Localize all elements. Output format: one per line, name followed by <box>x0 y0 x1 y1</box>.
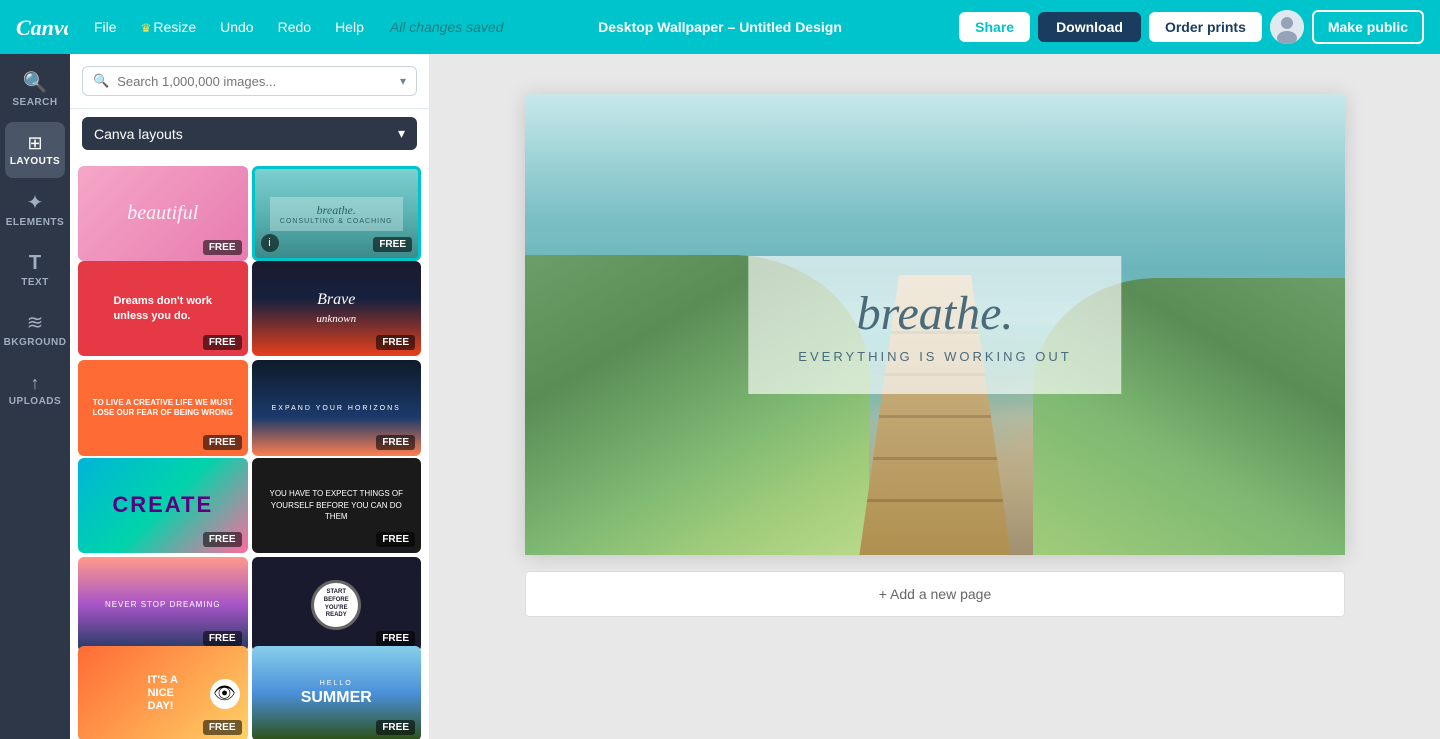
search-input[interactable] <box>117 74 392 89</box>
undo-button[interactable]: Undo <box>214 15 259 39</box>
background-icon: ≋ <box>27 313 44 333</box>
template-text: IT'S ANICEDAY! <box>142 668 184 720</box>
info-icon[interactable]: i <box>261 234 279 252</box>
layouts-icon: ⊞ <box>27 134 42 152</box>
sidebar-item-layouts-label: LAYOUTS <box>10 156 60 167</box>
free-badge: FREE <box>203 631 242 646</box>
sidebar-item-search-label: SEARCH <box>12 97 57 108</box>
panel-search-area: 🔍 ▾ <box>70 54 429 109</box>
elements-icon: ✦ <box>27 193 44 213</box>
sidebar-item-text-label: TEXT <box>21 277 49 288</box>
template-text: EXPAND YOUR HORIZONS <box>272 405 401 412</box>
avatar[interactable] <box>1270 10 1304 44</box>
template-expect[interactable]: YOU HAVE TO EXPECT THINGS OF YOURSELF BE… <box>252 458 422 553</box>
sidebar-item-elements[interactable]: ✦ ELEMENTS <box>5 182 65 238</box>
filter-bar: Canva layouts ▾ <box>70 109 429 158</box>
free-badge: FREE <box>373 237 412 252</box>
sidebar-item-text[interactable]: T TEXT <box>5 242 65 298</box>
main-layout: 🔍 SEARCH ⊞ LAYOUTS ✦ ELEMENTS T TEXT ≋ B… <box>0 54 1440 739</box>
template-creative[interactable]: TO LIVE A CREATIVE LIFE WE MUST LOSE OUR… <box>78 360 248 455</box>
canvas-sub-text: EVERYTHING IS WORKING OUT <box>798 349 1071 364</box>
sidebar-item-uploads-label: UPLOADS <box>9 396 61 407</box>
template-text: STARTBEFOREYOU'REREADY <box>320 585 353 624</box>
text-icon: T <box>29 253 41 273</box>
search-icon: 🔍 <box>23 73 48 93</box>
canvas-text-overlay[interactable]: breathe. EVERYTHING IS WORKING OUT <box>748 256 1121 394</box>
template-text-main: breathe. <box>280 203 393 218</box>
sidebar-item-layouts[interactable]: ⊞ LAYOUTS <box>5 122 65 178</box>
free-badge: FREE <box>376 631 415 646</box>
redo-button[interactable]: Redo <box>272 15 317 39</box>
order-prints-button[interactable]: Order prints <box>1149 12 1262 42</box>
share-button[interactable]: Share <box>959 12 1030 42</box>
download-button[interactable]: Download <box>1038 12 1141 42</box>
free-badge: FREE <box>203 240 242 255</box>
document-title: Desktop Wallpaper – Untitled Design <box>598 19 842 35</box>
template-text-sub: CONSULTING & COACHING <box>280 218 393 225</box>
plank-5 <box>845 499 1025 502</box>
template-text: NEVER STOP DREAMING <box>105 600 221 609</box>
template-text: YOU HAVE TO EXPECT THINGS OF YOURSELF BE… <box>260 482 414 528</box>
template-mountains[interactable]: NEVER STOP DREAMING FREE <box>78 557 248 652</box>
free-badge: FREE <box>376 335 415 350</box>
file-menu[interactable]: File <box>88 15 123 39</box>
template-dreams[interactable]: Dreams don't workunless you do. FREE <box>78 261 248 356</box>
svg-text:Canva: Canva <box>16 15 68 40</box>
free-badge: FREE <box>203 435 242 450</box>
topbar: Canva File ♛Resize Undo Redo Help All ch… <box>0 0 1440 54</box>
resize-menu[interactable]: ♛Resize <box>135 15 203 39</box>
templates-grid: beautiful FREE breathe. CONSULTING & COA… <box>70 158 429 739</box>
crown-icon: ♛ <box>141 21 152 35</box>
layouts-panel: 🔍 ▾ Canva layouts ▾ beautiful FREE breat… <box>70 54 430 739</box>
chevron-down-icon[interactable]: ▾ <box>400 74 406 88</box>
help-menu[interactable]: Help <box>329 15 370 39</box>
canvas-main-text: breathe. <box>798 286 1071 341</box>
sidebar-item-search[interactable]: 🔍 SEARCH <box>5 62 65 118</box>
free-badge: FREE <box>203 532 242 547</box>
template-text: CREATE <box>112 492 213 518</box>
search-wrapper: 🔍 ▾ <box>82 66 417 96</box>
template-text: Braveunknown <box>316 291 356 327</box>
topbar-actions: Share Download Order prints Make public <box>959 10 1424 44</box>
canva-logo[interactable]: Canva <box>16 13 68 41</box>
sidebar-item-elements-label: ELEMENTS <box>6 217 64 228</box>
filter-label: Canva layouts <box>94 126 183 142</box>
template-beautiful[interactable]: beautiful FREE <box>78 166 248 261</box>
sidebar-item-background[interactable]: ≋ BKGROUND <box>5 302 65 358</box>
filter-select[interactable]: Canva layouts ▾ <box>82 117 417 150</box>
template-breathe[interactable]: breathe. CONSULTING & COACHING i FREE <box>252 166 422 261</box>
template-text: hello SUMMER <box>301 680 372 707</box>
template-text: TO LIVE A CREATIVE LIFE WE MUST LOSE OUR… <box>82 394 244 423</box>
canvas-wrapper: breathe. EVERYTHING IS WORKING OUT 1 ⧉ 🗑… <box>525 94 1345 617</box>
free-badge: FREE <box>376 532 415 547</box>
template-nice-day[interactable]: IT'S ANICEDAY! 👁 FREE <box>78 646 248 739</box>
sidebar-item-background-label: BKGROUND <box>4 337 67 348</box>
template-text: Dreams don't workunless you do. <box>105 286 220 331</box>
saved-status: All changes saved <box>390 19 504 35</box>
canvas[interactable]: breathe. EVERYTHING IS WORKING OUT <box>525 94 1345 555</box>
sidebar-item-uploads[interactable]: ↑ UPLOADS <box>5 362 65 418</box>
template-overlay: breathe. CONSULTING & COACHING <box>270 197 403 231</box>
add-page-button[interactable]: + Add a new page <box>525 571 1345 617</box>
uploads-icon: ↑ <box>31 374 40 392</box>
free-badge: FREE <box>376 435 415 450</box>
template-create[interactable]: CREATE FREE <box>78 458 248 553</box>
template-text: beautiful <box>127 202 198 225</box>
template-icon: 👁 <box>210 679 240 709</box>
template-circle: STARTBEFOREYOU'REREADY <box>311 580 361 630</box>
template-brave[interactable]: Braveunknown FREE <box>252 261 422 356</box>
free-badge: FREE <box>203 335 242 350</box>
filter-chevron-icon: ▾ <box>398 125 405 142</box>
canvas-area: breathe. EVERYTHING IS WORKING OUT 1 ⧉ 🗑… <box>430 54 1440 739</box>
template-summer[interactable]: hello SUMMER FREE <box>252 646 422 739</box>
template-horizons[interactable]: EXPAND YOUR HORIZONS FREE <box>252 360 422 455</box>
template-start-ready[interactable]: STARTBEFOREYOU'REREADY FREE <box>252 557 422 652</box>
free-badge: FREE <box>376 720 415 735</box>
sidebar: 🔍 SEARCH ⊞ LAYOUTS ✦ ELEMENTS T TEXT ≋ B… <box>0 54 70 739</box>
free-badge: FREE <box>203 720 242 735</box>
make-public-button[interactable]: Make public <box>1312 10 1424 44</box>
search-icon: 🔍 <box>93 73 109 89</box>
